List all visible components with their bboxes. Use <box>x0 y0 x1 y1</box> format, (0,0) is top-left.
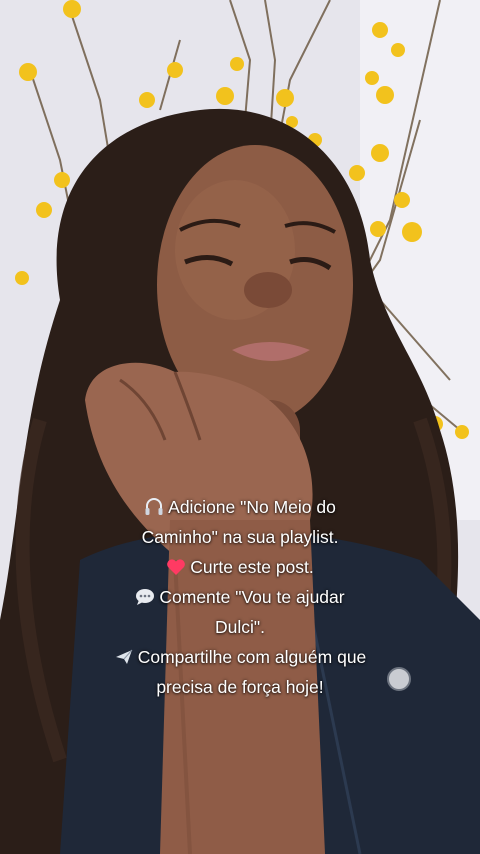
heart-icon <box>167 559 186 575</box>
caption-line-6: Compartilhe com alguém que <box>40 642 440 672</box>
caption-line-3: Curte este post. <box>40 552 440 582</box>
caption-line-1: Adicione "No Meio do <box>40 492 440 522</box>
caption-text: Comente "Vou te ajudar <box>159 587 345 607</box>
video-frame: Adicione "No Meio do Caminho" na sua pla… <box>0 0 480 854</box>
caption-line-4: Comente "Vou te ajudar <box>40 582 440 612</box>
caption-text: Curte este post. <box>190 557 314 577</box>
speech-bubble-icon <box>136 589 155 605</box>
caption-text: Caminho" na sua playlist. <box>141 527 339 547</box>
caption-line-7: precisa de força hoje! <box>40 672 440 702</box>
caption-overlay: Adicione "No Meio do Caminho" na sua pla… <box>40 492 440 702</box>
caption-text: Dulci". <box>215 617 265 637</box>
caption-text: precisa de força hoje! <box>156 677 324 697</box>
caption-text: Compartilhe com alguém que <box>137 647 367 667</box>
photo-background <box>0 0 480 854</box>
caption-line-5: Dulci". <box>40 612 440 642</box>
airplane-icon <box>115 649 133 664</box>
caption-text: Adicione "No Meio do <box>168 497 336 517</box>
headphones-icon <box>145 498 163 515</box>
caption-line-2: Caminho" na sua playlist. <box>40 522 440 552</box>
